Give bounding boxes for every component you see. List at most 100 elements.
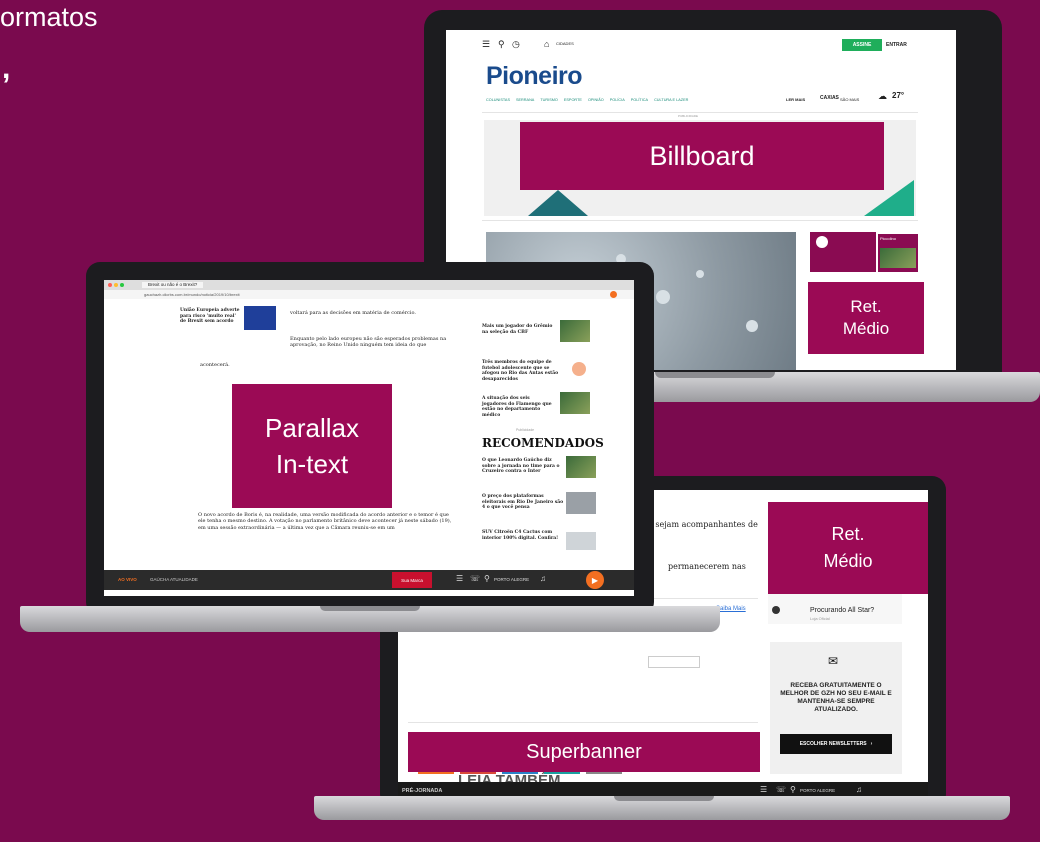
whatsapp-icon[interactable]: ☏ <box>470 574 480 584</box>
superbanner-label-text: Superbanner <box>526 740 642 763</box>
parallax-label: Parallax In-text <box>232 384 392 508</box>
weather-temp: 27° <box>892 91 905 100</box>
heading-line-2: , <box>2 52 11 85</box>
nav-item[interactable]: POLÍTICA <box>631 98 648 103</box>
promo-avatar <box>816 236 828 248</box>
article-text-1: o sejam acompanhantes de <box>648 520 758 529</box>
login-link[interactable]: ENTRAR <box>886 42 907 48</box>
player-city: PORTO ALEGRE <box>494 577 530 582</box>
newsletter-text: RECEBA GRATUITAMENTE O MELHOR DE GZH NO … <box>780 682 892 714</box>
nav-item[interactable]: OPINIÃO <box>588 98 604 103</box>
location-icon: ⚲ <box>484 574 490 583</box>
min-dot[interactable] <box>114 283 118 287</box>
article-p4: O novo acordo de Boris é, na realidade, … <box>198 512 452 531</box>
browser-tabbar: Brexit ou não é o Brexit? <box>104 280 634 290</box>
field-box[interactable] <box>648 656 700 668</box>
recommended-title: RECOMENDADOS <box>482 436 604 450</box>
rec-item[interactable]: O que Leonardo Gaúcho diz sobre a jornad… <box>482 458 564 475</box>
player-live: AO VIVO <box>118 577 137 582</box>
article-p2: Enquanto pelo lado europeu não são esper… <box>290 336 447 349</box>
newsletter-box: ✉ RECEBA GRATUITAMENTE O MELHOR DE GZH N… <box>770 642 902 774</box>
article-text-2: permanecerem nas <box>668 562 746 571</box>
rec-item[interactable]: SUV Citroën C4 Cactus com interior 100% … <box>482 530 564 541</box>
rec-thumb <box>566 456 596 478</box>
nav-item[interactable]: COLUNISTAS <box>486 98 510 103</box>
nav-item[interactable]: SERRANA <box>516 98 534 103</box>
ad-caption: PUBLICIDADE <box>678 114 699 118</box>
list-icon[interactable]: ☰ <box>456 574 463 584</box>
chevron-right-icon: › <box>870 741 873 747</box>
article-caption: União Europeia adverte para risco 'muito… <box>180 308 240 325</box>
main-nav: COLUNISTAS SERRANA TURISMO ESPORTE OPINI… <box>486 98 688 103</box>
billboard-label: Billboard <box>520 122 884 190</box>
player-city: PORTO ALEGRE <box>800 788 836 793</box>
cidades-link[interactable]: CIDADES <box>556 41 574 46</box>
list-icon[interactable]: ☰ <box>760 785 767 795</box>
related-item[interactable]: Três membros do equipe de futebol adoles… <box>482 360 562 383</box>
droplet <box>656 290 670 304</box>
ret-label-line1: Ret. <box>850 296 882 316</box>
weather-icon: ☁ <box>878 91 887 101</box>
teal-triangle <box>528 190 588 216</box>
ad-badge[interactable]: Sua Marca <box>392 572 432 588</box>
number-badge <box>572 362 586 376</box>
ret-label-line1: Ret. <box>831 524 865 544</box>
newsletter-button[interactable]: ESCOLHER NEWSLETTERS › <box>780 734 892 754</box>
related-item[interactable]: A situação dos seis jogadores do Flameng… <box>482 396 554 419</box>
recommended-small: Publicidade <box>516 428 535 432</box>
heading-line-1: ormatos <box>0 2 98 32</box>
nav-item[interactable]: ESPORTE <box>564 98 582 103</box>
nav-item[interactable]: POLÍCIA <box>610 98 625 103</box>
player-station: GAÚCHA ATUALIDADE <box>150 577 198 582</box>
ad-question: Procurando All Star? <box>810 607 875 614</box>
saiba-mais-link[interactable]: Saiba Mais <box>716 606 746 614</box>
url-text: gauchazh.clicrbs.com.br/mundo/noticia/20… <box>144 292 240 297</box>
brand-avatar <box>772 606 780 614</box>
url-bar[interactable]: gauchazh.clicrbs.com.br/mundo/noticia/20… <box>104 290 634 299</box>
billboard-label-text: Billboard <box>649 140 755 171</box>
promo-title: Piccolino <box>880 236 897 241</box>
ret-label-line2: Médio <box>823 551 873 571</box>
search-icon[interactable]: ⚲ <box>498 39 505 50</box>
ad-sub: Loja Oficial <box>810 616 830 621</box>
profile-icon[interactable] <box>610 291 617 298</box>
related-thumb <box>560 320 590 342</box>
article-p1: voltará para as decisões em matéria de c… <box>290 310 417 316</box>
subscribe-label: ASSINE <box>852 42 872 48</box>
article-p3: acontecerá. <box>200 362 230 368</box>
location-icon: ⚲ <box>790 785 796 794</box>
util-link[interactable]: CAXIAS <box>820 95 839 101</box>
droplet <box>696 270 704 278</box>
promo-thumb <box>880 248 916 268</box>
max-dot[interactable] <box>120 283 124 287</box>
newsletter-button-label: ESCOLHER NEWSLETTERS <box>799 741 867 747</box>
menu-icon[interactable]: ☰ <box>482 39 490 50</box>
audio-player-bar: AO VIVO GAÚCHA ATUALIDADE Sua Marca ☰ ☏ … <box>104 570 634 590</box>
player-title: PRÉ-JORNADA <box>402 788 443 794</box>
close-dot[interactable] <box>108 283 112 287</box>
whatsapp-icon[interactable]: ☏ <box>776 785 786 795</box>
ret-medio-ad[interactable]: Procurando All Star? Loja Oficial <box>768 590 902 624</box>
droplet <box>746 320 758 332</box>
volume-icon[interactable]: ♫ <box>856 785 862 795</box>
ret-label-line2: Médio <box>842 319 890 338</box>
eu-flag-image <box>244 306 276 330</box>
util-link[interactable]: SÃO MAIS <box>840 97 859 102</box>
subscribe-button[interactable]: ASSINE <box>842 39 882 51</box>
volume-icon[interactable]: ♫ <box>540 574 546 584</box>
home-icon[interactable]: ⌂ <box>544 39 549 50</box>
ret-medio-label-right: Ret. Médio <box>768 502 928 594</box>
play-button[interactable]: ▶ <box>586 571 604 589</box>
related-item[interactable]: Mais um jogador do Grêmio na seleção da … <box>482 324 554 335</box>
nav-item[interactable]: CULTURA E LAZER <box>654 98 688 103</box>
site-logo[interactable]: Pioneiro <box>486 62 583 91</box>
browser-tab[interactable]: Brexit ou não é o Brexit? <box>142 282 204 288</box>
clock-icon: ◷ <box>512 39 520 49</box>
nav-item[interactable]: TURISMO <box>540 98 558 103</box>
parallax-line1: Parallax <box>265 412 359 443</box>
rec-item[interactable]: O preço dos plataformas eleitorais em Ri… <box>482 494 564 511</box>
util-link[interactable]: LER MAIS <box>786 97 805 102</box>
superbanner-label: Superbanner <box>408 732 760 772</box>
rec-thumb <box>566 532 596 550</box>
rec-thumb <box>566 492 596 514</box>
